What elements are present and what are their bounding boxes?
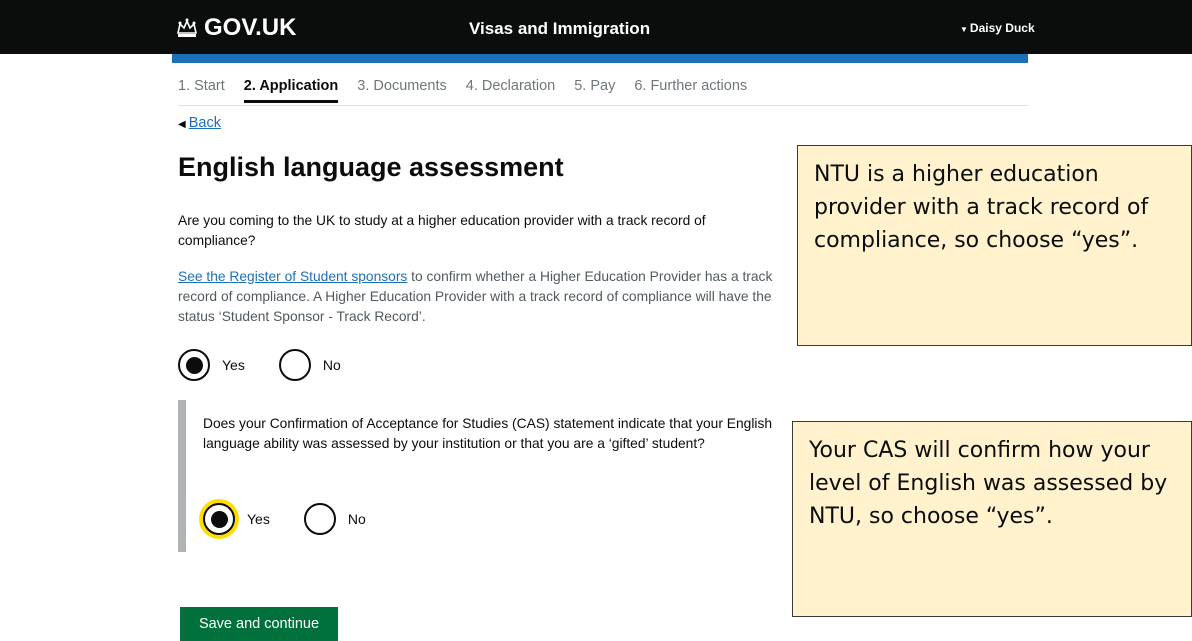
step-start[interactable]: 1. Start [178, 78, 225, 94]
cas-no-radio[interactable]: No [303, 503, 366, 535]
step-application[interactable]: 2. Application [243, 78, 338, 103]
radio-label: Yes [247, 511, 270, 527]
register-link[interactable]: See the Register of Student sponsors [178, 269, 407, 284]
radio-label: No [347, 511, 366, 527]
step-navigation: 1. Start 2. Application 3. Documents 4. … [178, 78, 766, 103]
radio-circle[interactable] [303, 503, 336, 535]
caret-down-icon: ▼ [960, 25, 968, 34]
back-link[interactable]: ◀ Back [178, 115, 221, 131]
back-arrow-icon: ◀ [178, 119, 186, 130]
crown-icon [177, 18, 197, 37]
track-record-radios: Yes No [178, 349, 375, 381]
radio-circle[interactable] [278, 349, 311, 381]
track-record-yes-radio[interactable]: Yes [178, 349, 245, 381]
user-name: Daisy Duck [969, 21, 1035, 35]
radio-circle[interactable] [178, 349, 210, 381]
cas-yes-radio[interactable]: Yes [203, 503, 270, 535]
govuk-logo[interactable]: GOV.UK [176, 14, 296, 42]
user-menu[interactable]: ▼ Daisy Duck [960, 21, 1035, 35]
radio-selected-dot [185, 356, 203, 374]
brand-text: GOV.UK [204, 14, 297, 41]
question-cas-assessment: Does your Confirmation of Acceptance for… [203, 416, 773, 451]
radio-label: No [322, 357, 341, 373]
step-pay[interactable]: 5. Pay [574, 78, 615, 94]
header-bar: GOV.UK Visas and Immigration ▼ Daisy Duck [0, 0, 1192, 54]
annotation-note-track-record: NTU is a higher education provider with … [797, 145, 1192, 346]
header-accent-bar [172, 54, 1028, 63]
annotation-note-cas: Your CAS will confirm how your level of … [792, 421, 1192, 617]
service-name[interactable]: Visas and Immigration [469, 19, 650, 39]
steps-divider [178, 105, 1028, 106]
radio-circle[interactable] [203, 503, 235, 535]
radio-label: Yes [222, 357, 245, 373]
back-link-label: Back [188, 115, 221, 131]
question-hint: See the Register of Student sponsors to … [178, 267, 783, 327]
page-title: English language assessment [178, 152, 564, 182]
save-and-continue-button[interactable]: Save and continue [180, 607, 338, 641]
step-declaration[interactable]: 4. Declaration [466, 78, 555, 94]
radio-selected-dot [210, 510, 228, 528]
step-documents[interactable]: 3. Documents [357, 78, 446, 94]
conditional-reveal-border [178, 400, 186, 552]
step-further-actions[interactable]: 6. Further actions [634, 78, 747, 94]
track-record-no-radio[interactable]: No [278, 349, 341, 381]
cas-assessment-radios: Yes No [203, 503, 400, 535]
question-track-record: Are you coming to the UK to study at a h… [178, 213, 706, 248]
